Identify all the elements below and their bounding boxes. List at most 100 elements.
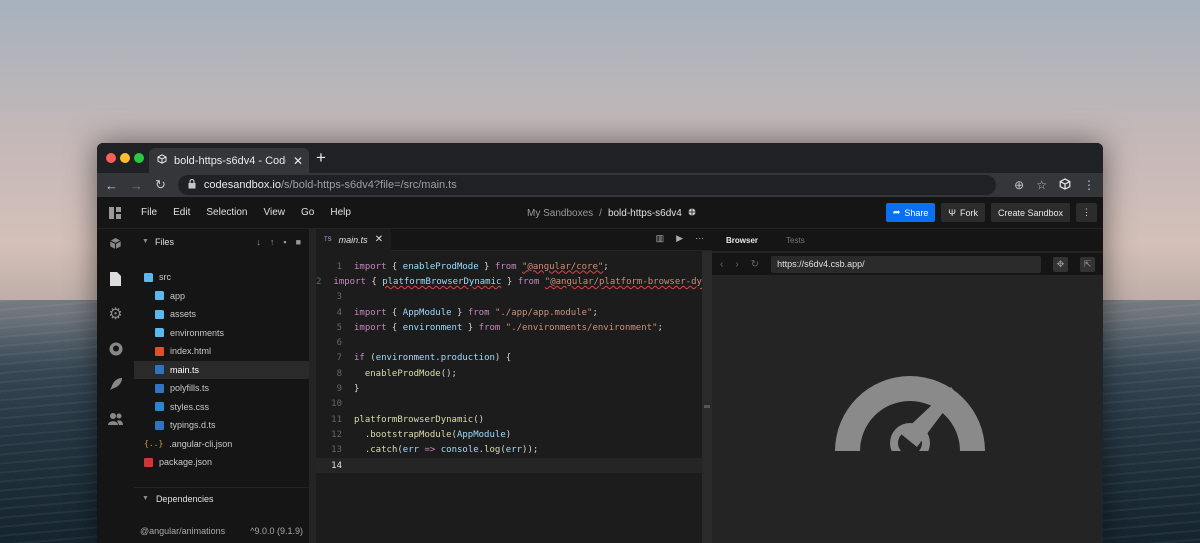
tree-file[interactable]: package.json	[134, 453, 309, 472]
lock-icon	[188, 178, 196, 192]
preview-toggle-icon[interactable]: ▶	[676, 233, 683, 244]
preview-forward-icon[interactable]: ›	[735, 259, 738, 270]
editor-more-icon[interactable]: ⋯	[695, 233, 704, 244]
menu-edit[interactable]: Edit	[165, 207, 198, 218]
gear-icon[interactable]: ⚙	[108, 307, 122, 323]
package-icon	[144, 457, 153, 467]
typescript-file-icon	[155, 365, 164, 375]
code-line: 3	[316, 290, 702, 305]
tree-item-label: polyfills.ts	[170, 383, 210, 394]
explorer-title: Files	[154, 236, 174, 247]
code-area[interactable]: 1 import { enableProdMode } from "@angula…	[316, 259, 740, 474]
tree-file[interactable]: index.html	[134, 342, 309, 361]
tree-item-label: styles.css	[170, 401, 210, 412]
preview-back-icon[interactable]: ‹	[720, 259, 723, 270]
breadcrumb-my-sandboxes[interactable]: My Sandboxes	[527, 208, 593, 219]
tree-item-label: main.ts	[170, 364, 200, 375]
open-new-window-icon[interactable]: ⇱	[1080, 256, 1095, 272]
css-file-icon	[155, 402, 164, 412]
tab-browser[interactable]: Browser	[726, 236, 758, 245]
line-number: 9	[336, 384, 342, 395]
editor-scrollbar[interactable]	[702, 251, 712, 543]
bookmark-star-icon[interactable]: ☆	[1036, 178, 1047, 192]
sandbox-info-icon[interactable]	[109, 237, 122, 253]
tree-file[interactable]: styles.css	[134, 398, 309, 417]
tree-file[interactable]: typings.d.ts	[134, 416, 309, 435]
typescript-icon: TS	[324, 236, 332, 243]
tree-file[interactable]: main.ts	[134, 360, 309, 379]
menu-selection[interactable]: Selection	[198, 207, 255, 218]
users-icon[interactable]	[108, 412, 123, 428]
line-number: 6	[336, 338, 342, 349]
tree-file[interactable]: polyfills.ts	[134, 379, 309, 398]
breadcrumb: My Sandboxes / bold-https-s6dv4	[527, 197, 696, 229]
forward-icon[interactable]: →	[130, 178, 143, 193]
file-icon[interactable]	[110, 272, 121, 288]
tree-file[interactable]: {..} .angular-cli.json	[134, 435, 309, 454]
url-field[interactable]: codesandbox.io/s/bold-https-s6dv4?file=/…	[177, 175, 997, 195]
code-line: 12 .bootstrapModule(AppModule)	[316, 427, 702, 442]
layout-icon[interactable]	[97, 206, 133, 219]
code-line: 4 import { AppModule } from "./app/app.mo…	[316, 305, 702, 320]
fork-icon: Ψ	[948, 207, 956, 218]
dependency-row[interactable]: @angular/animations ^9.0.0 (9.1.9)	[140, 526, 303, 536]
rocket-icon[interactable]	[109, 377, 123, 393]
editor-tab-main-ts[interactable]: TS main.ts ✕	[316, 228, 392, 251]
preview-url-field[interactable]: https://s6dv4.csb.app/	[771, 255, 1041, 273]
file-tree: src app assets environments index.html main.t…	[134, 268, 309, 472]
typescript-file-icon	[155, 420, 164, 430]
editor-tab-label: main.ts	[338, 234, 368, 245]
tab-tests[interactable]: Tests	[786, 236, 805, 245]
close-window-button[interactable]	[106, 153, 116, 163]
tree-folder[interactable]: src	[134, 268, 309, 287]
scrollbar-thumb[interactable]	[704, 405, 710, 408]
fork-button[interactable]: Ψ Fork	[941, 203, 985, 222]
share-button[interactable]: ➦ Share	[885, 203, 936, 222]
menu-go[interactable]: Go	[293, 207, 322, 218]
tree-item-label: index.html	[170, 346, 212, 357]
browser-tab[interactable]: bold-https-s6dv4 - CodeSandbox ✕	[149, 148, 309, 173]
explorer-header: ▼ Files ↓ ↑ ▪ ■	[134, 233, 309, 250]
line-number: 3	[336, 292, 342, 303]
reload-icon[interactable]: ↻	[155, 177, 166, 193]
create-sandbox-label: Create Sandbox	[997, 207, 1063, 218]
new-folder-icon[interactable]: ■	[296, 237, 301, 247]
tree-folder[interactable]: app	[134, 287, 309, 306]
browser-menu-icon[interactable]: ⋮	[1083, 178, 1095, 192]
preview-refresh-icon[interactable]: ↻	[751, 259, 759, 270]
split-view-icon[interactable]: ▥	[656, 233, 665, 244]
tree-folder[interactable]: environments	[134, 324, 309, 343]
menu-view[interactable]: View	[256, 207, 294, 218]
speedometer-loading-icon	[825, 376, 995, 469]
preview-nav-bar: ‹ › ↻ https://s6dv4.csb.app/ ✥ ⇱	[712, 253, 1103, 275]
new-file-icon[interactable]: ▪	[283, 237, 286, 247]
devtools-icon[interactable]: ✥	[1053, 256, 1068, 272]
github-icon[interactable]	[109, 342, 123, 358]
html-file-icon	[155, 346, 164, 356]
extension-icon[interactable]	[1059, 177, 1071, 193]
menu-help[interactable]: Help	[322, 207, 359, 218]
dependencies-header[interactable]: ▼ Dependencies	[134, 487, 309, 509]
menu-file[interactable]: File	[133, 207, 165, 218]
sandbox-name[interactable]: bold-https-s6dv4	[608, 208, 682, 219]
maximize-window-button[interactable]	[134, 153, 144, 163]
address-bar-row: ← → ↻ codesandbox.io/s/bold-https-s6dv4?…	[97, 173, 1103, 197]
share-arrow-icon: ➦	[892, 207, 901, 217]
tree-item-label: environments	[170, 327, 225, 338]
sort-up-icon[interactable]: ↑	[270, 237, 275, 247]
collapse-caret-icon[interactable]: ▼	[142, 238, 149, 245]
new-tab-button[interactable]: +	[316, 148, 326, 168]
tree-folder[interactable]: assets	[134, 305, 309, 324]
code-line: 13 .catch(err => console.log(err));	[316, 443, 702, 458]
install-icon[interactable]: ⊕	[1014, 178, 1024, 192]
minimize-window-button[interactable]	[120, 153, 130, 163]
browser-window: bold-https-s6dv4 - CodeSandbox ✕ + ← → ↻…	[97, 143, 1103, 543]
more-options-icon[interactable]: ⋮	[1076, 203, 1097, 222]
code-line: 7 if (environment.production) {	[316, 351, 702, 366]
close-editor-tab-icon[interactable]: ✕	[375, 234, 383, 245]
back-icon[interactable]: ←	[105, 178, 118, 193]
globe-icon	[688, 208, 696, 219]
sort-down-icon[interactable]: ↓	[256, 237, 261, 247]
close-tab-icon[interactable]: ✕	[293, 154, 303, 168]
create-sandbox-button[interactable]: Create Sandbox	[990, 203, 1070, 222]
